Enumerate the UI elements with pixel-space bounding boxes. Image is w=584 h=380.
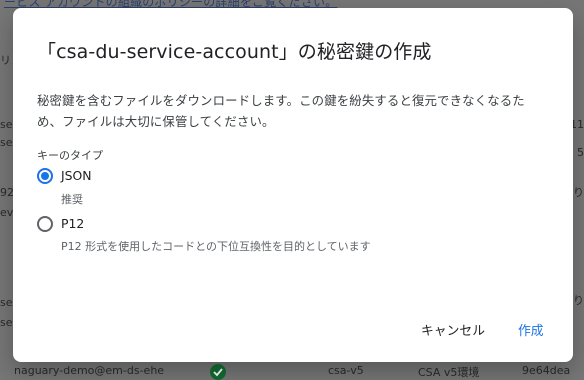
- bg-table-fragment: り: [573, 186, 584, 199]
- json-radio[interactable]: [37, 168, 53, 184]
- bg-row-description: CSA v5環境: [418, 366, 480, 379]
- bg-table-fragment: 5: [577, 146, 584, 159]
- bg-row-email: naguary-demo@em-ds-ehe: [14, 364, 165, 377]
- key-type-label: キーのタイプ: [37, 149, 103, 162]
- p12-radio[interactable]: [37, 216, 53, 232]
- check-circle-icon: [210, 364, 226, 380]
- create-button[interactable]: 作成: [518, 320, 544, 339]
- p12-option-label[interactable]: P12: [61, 216, 84, 231]
- bg-table-fragment: り: [573, 294, 584, 307]
- create-private-key-dialog: 「csa-du-service-account」の秘密鍵の作成 秘密鍵を含むファ…: [13, 8, 573, 362]
- json-option-label[interactable]: JSON: [61, 168, 92, 183]
- dialog-title: 「csa-du-service-account」の秘密鍵の作成: [37, 41, 432, 63]
- bg-row-name: csa-v5: [328, 364, 364, 377]
- bg-table-fragment: se: [0, 316, 13, 329]
- cancel-button[interactable]: キャンセル: [421, 320, 485, 339]
- bg-table-fragment: 92: [0, 186, 14, 199]
- bg-row-id: 9e64dea: [522, 364, 571, 377]
- p12-option-hint: P12 形式を使用したコードとの下位互換性を目的としています: [61, 240, 371, 253]
- json-option-hint: 推奨: [61, 193, 83, 206]
- dialog-description: 秘密鍵を含むファイルをダウンロードします。この鍵を紛失すると復元できなくなるため…: [37, 93, 525, 129]
- bg-table-fragment: se: [0, 136, 13, 149]
